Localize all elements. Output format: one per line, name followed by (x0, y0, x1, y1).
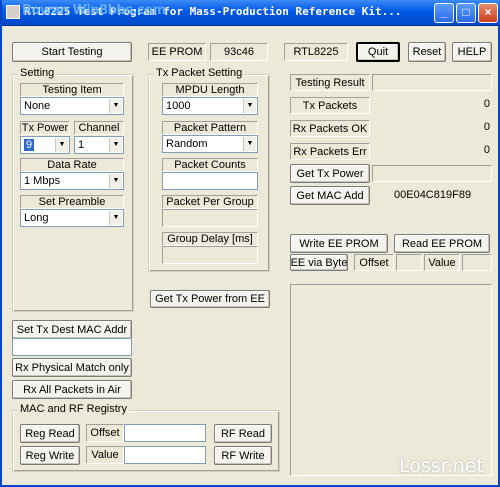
data-rate-label: Data Rate (20, 158, 124, 172)
testing-result-value (372, 74, 492, 91)
dest-mac-input[interactable] (12, 338, 132, 356)
ee-via-byte-button[interactable]: EE via Byte (290, 254, 348, 271)
tx-packet-group-title: Tx Packet Setting (154, 67, 245, 79)
brand-watermark: Lossr.net (399, 455, 484, 477)
setting-group-title: Setting (18, 67, 57, 79)
tx-packets-label: Tx Packets (290, 97, 370, 114)
output-pane (290, 284, 492, 476)
group-delay-field[interactable] (162, 246, 258, 264)
ee-prom-label: EE PROM (148, 43, 206, 61)
chevron-down-icon[interactable]: ▼ (55, 138, 68, 152)
reg-write-button[interactable]: Reg Write (20, 446, 80, 465)
preamble-value: Long (24, 212, 49, 224)
testing-item-label: Testing Item (20, 83, 124, 97)
packet-pattern-label: Packet Pattern (162, 121, 258, 135)
app-icon (6, 5, 20, 19)
title-watermark: Rowan Win8bbs.com (22, 3, 166, 18)
ee-offset-label: Offset (354, 254, 394, 271)
title-bar[interactable]: RTL8225 Test Program for Mass-Production… (2, 0, 500, 26)
reg-value-input[interactable] (124, 446, 206, 464)
tx-packets-value: 0 (483, 98, 490, 110)
reg-read-button[interactable]: Reg Read (20, 424, 80, 443)
set-dest-mac-button[interactable]: Set Tx Dest MAC Addr (12, 320, 132, 339)
chevron-down-icon[interactable]: ▼ (109, 174, 122, 188)
chevron-down-icon[interactable]: ▼ (109, 211, 122, 225)
mpdu-length-label: MPDU Length (162, 83, 258, 97)
testing-item-value: None (24, 100, 51, 112)
testing-item-select[interactable]: None ▼ (20, 97, 124, 115)
chevron-down-icon[interactable]: ▼ (243, 99, 256, 113)
mpdu-length-select[interactable]: 1000 ▼ (162, 97, 258, 115)
chevron-down-icon[interactable]: ▼ (243, 137, 256, 151)
help-button[interactable]: HELP (452, 42, 492, 62)
packet-pattern-value: Random (166, 138, 208, 150)
ee-value-label: Value (424, 254, 460, 271)
chevron-down-icon[interactable]: ▼ (109, 99, 122, 113)
data-rate-select[interactable]: 1 Mbps ▼ (20, 172, 124, 190)
packet-per-group-label: Packet Per Group (162, 195, 258, 209)
mac-rf-group-title: MAC and RF Registry (18, 403, 129, 415)
reg-offset-input[interactable] (124, 424, 206, 442)
reg-offset-label: Offset (86, 424, 124, 442)
read-ee-prom-button[interactable]: Read EE PROM (394, 234, 490, 253)
packet-counts-label: Packet Counts (162, 158, 258, 172)
chevron-down-icon[interactable]: ▼ (109, 138, 122, 152)
ee-offset-field[interactable] (396, 254, 422, 271)
tx-power-label: Tx Power (20, 121, 70, 135)
group-delay-label: Group Delay [ms] (162, 232, 258, 246)
rx-packets-err-label: Rx Packets Err (290, 143, 370, 160)
channel-label: Channel (74, 121, 124, 135)
start-testing-button[interactable]: Start Testing (12, 42, 132, 62)
rx-all-packets-button[interactable]: Rx All Packets in Air (12, 380, 132, 399)
ee-prom-value: 93c46 (210, 43, 268, 61)
minimize-button[interactable]: _ (434, 3, 454, 23)
rx-physical-match-button[interactable]: Rx Physical Match only (12, 358, 132, 377)
preamble-label: Set Preamble (20, 195, 124, 209)
packet-counts-input[interactable] (162, 172, 258, 190)
tx-power-value: 9 (24, 139, 35, 151)
get-tx-power-from-ee-button[interactable]: Get Tx Power from EE (150, 290, 270, 308)
quit-button[interactable]: Quit (356, 42, 400, 62)
tx-power-readout (372, 165, 492, 182)
rx-packets-err-value: 0 (483, 144, 490, 156)
close-button[interactable]: × (478, 3, 498, 23)
maximize-button[interactable]: □ (456, 3, 476, 23)
tx-power-select[interactable]: 9 ▼ (20, 136, 70, 154)
rx-packets-ok-value: 0 (483, 121, 490, 133)
reg-value-label: Value (86, 446, 124, 464)
rf-read-button[interactable]: RF Read (214, 424, 272, 443)
get-mac-add-button[interactable]: Get MAC Add (290, 186, 370, 205)
rf-write-button[interactable]: RF Write (214, 446, 272, 465)
get-tx-power-button[interactable]: Get Tx Power (290, 164, 370, 183)
reset-button[interactable]: Reset (408, 42, 446, 62)
rx-packets-ok-label: Rx Packets OK (290, 120, 370, 137)
mac-address-value: 00E04C819F89 (394, 189, 472, 201)
packet-pattern-select[interactable]: Random ▼ (162, 135, 258, 153)
mpdu-length-value: 1000 (166, 100, 191, 112)
preamble-select[interactable]: Long ▼ (20, 209, 124, 227)
chip-label: RTL8225 (284, 43, 348, 61)
channel-select[interactable]: 1 ▼ (74, 136, 124, 154)
ee-value-field[interactable] (462, 254, 492, 271)
testing-result-label: Testing Result (290, 74, 370, 91)
packet-per-group-field[interactable] (162, 209, 258, 227)
channel-value: 1 (78, 139, 85, 151)
data-rate-value: 1 Mbps (24, 175, 61, 187)
write-ee-prom-button[interactable]: Write EE PROM (290, 234, 388, 253)
app-window: RTL8225 Test Program for Mass-Production… (0, 0, 500, 487)
